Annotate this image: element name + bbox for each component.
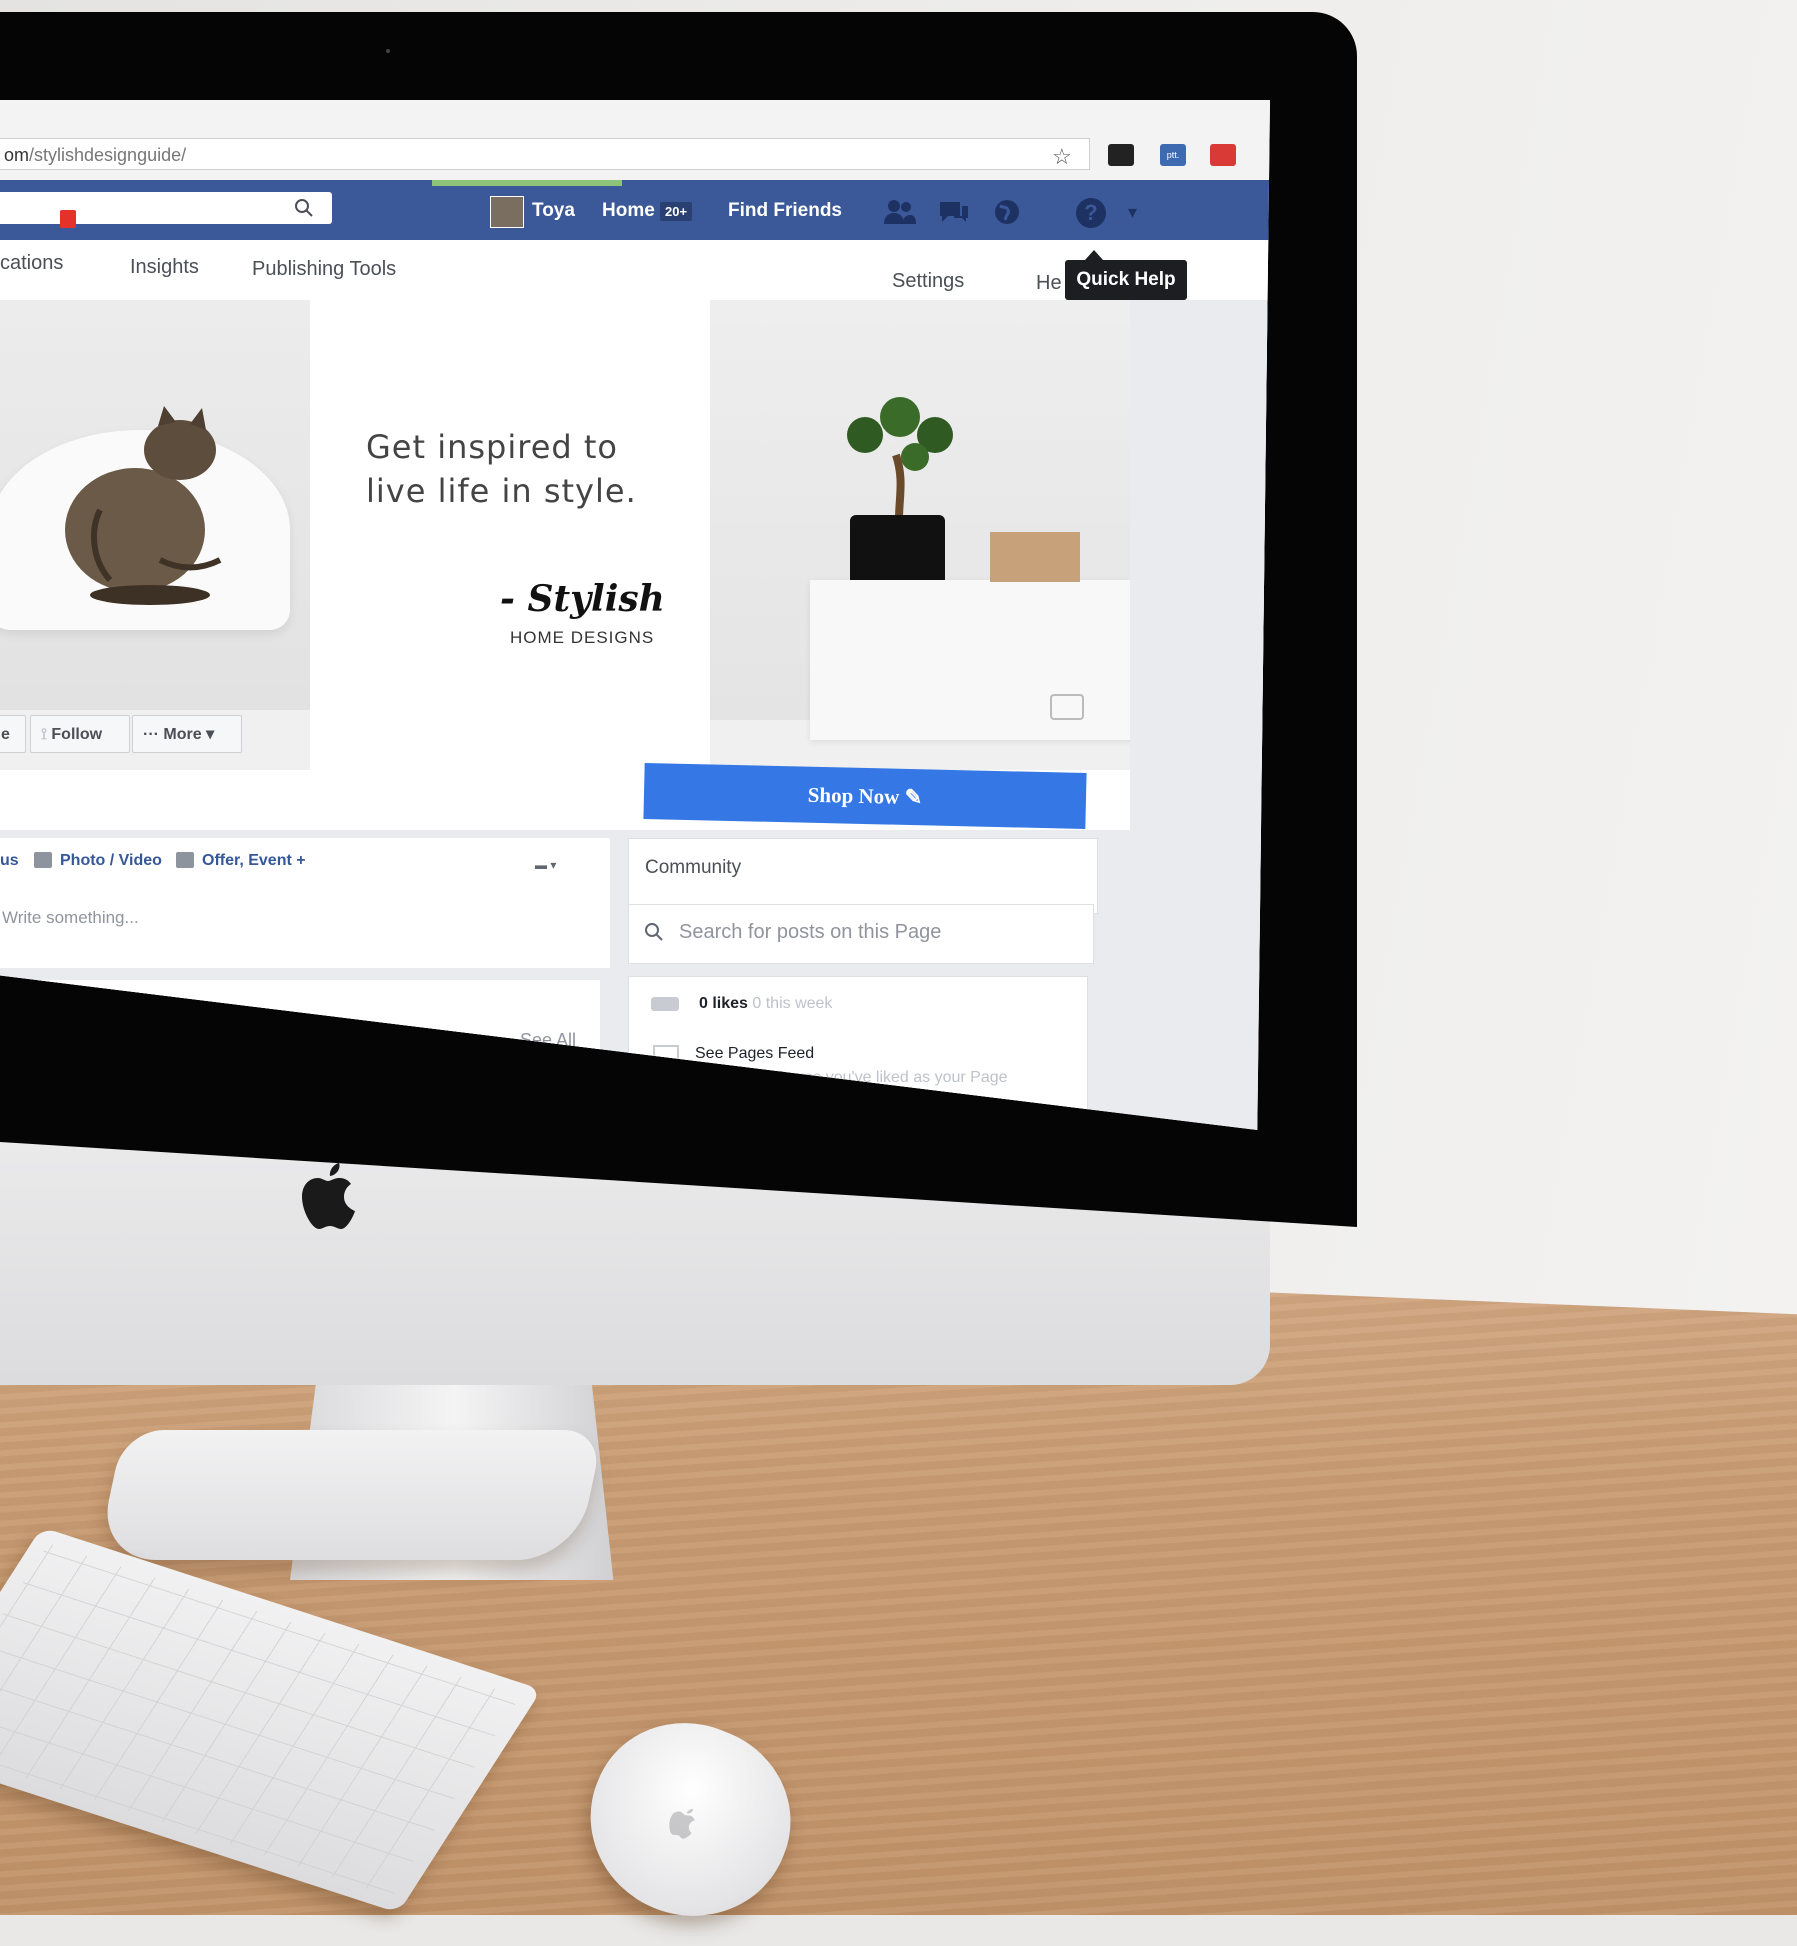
tab-insights[interactable]: Insights — [130, 256, 199, 279]
likes-total: 0 likes — [699, 995, 748, 1012]
tab-settings[interactable]: Settings — [892, 270, 964, 293]
cover-quote-line-1: Get inspired to — [366, 428, 618, 466]
cover-quote-panel: Get inspired to live life in style. - St… — [310, 300, 710, 770]
quick-help-tooltip: Quick Help — [1065, 260, 1187, 300]
status-tab[interactable]: us — [0, 852, 19, 870]
tab-notifications[interactable]: cations — [0, 252, 63, 275]
follow-label: Follow — [51, 726, 103, 743]
search-icon[interactable] — [292, 196, 316, 220]
address-bar[interactable]: om/stylishdesignguide/ — [0, 138, 1090, 170]
people-icon — [651, 997, 679, 1011]
apple-logo-icon — [669, 1809, 695, 1839]
edit-pencil-icon[interactable]: ✎ — [904, 785, 922, 809]
bookmark-star-icon[interactable]: ☆ — [1052, 144, 1072, 170]
shop-now-button[interactable]: Shop Now ✎ — [643, 762, 1087, 830]
avatar[interactable] — [490, 196, 524, 228]
camera-icon[interactable] — [1050, 694, 1084, 720]
notifications-count-badge — [60, 210, 76, 228]
webcam — [386, 49, 390, 53]
write-something-input[interactable]: Write something... — [2, 908, 139, 928]
audience-selector-icon[interactable]: ▬ ▾ — [535, 858, 556, 872]
profile-link[interactable]: Toya — [532, 200, 575, 222]
loading-indicator — [432, 180, 622, 186]
like-button[interactable]: e — [0, 715, 26, 753]
page-posts-search-input[interactable]: Search for posts on this Page — [628, 904, 1094, 964]
cover-cat-image — [0, 300, 310, 710]
plant-pot — [850, 515, 945, 585]
photo-icon — [34, 852, 52, 868]
brand-subtitle: HOME DESIGNS — [510, 628, 655, 647]
account-menu-caret-icon[interactable]: ▾ — [1128, 202, 1137, 223]
likes-count: 0 likes 0 this week — [699, 995, 832, 1013]
url-domain: om — [4, 145, 30, 165]
browser-toolbar: om/stylishdesignguide/ ☆ ptt. — [0, 100, 1270, 181]
photo-video-tab[interactable]: Photo / Video — [60, 852, 162, 870]
tooltip-arrow — [1085, 250, 1103, 260]
offer-icon — [176, 852, 194, 868]
offer-event-tab[interactable]: Offer, Event + — [202, 852, 306, 870]
monitor-stand-base — [96, 1430, 604, 1560]
monitor-screen: om/stylishdesignguide/ ☆ ptt. Toya Home … — [0, 100, 1270, 1130]
white-side-table — [810, 580, 1170, 740]
community-card[interactable]: Community — [628, 838, 1098, 914]
more-button[interactable]: ··· More ▾ — [132, 715, 242, 753]
apple-logo-icon — [302, 1163, 355, 1229]
cover-desk-image — [710, 300, 1170, 740]
kraft-box — [990, 532, 1080, 582]
help-icon[interactable]: ? — [1076, 198, 1106, 228]
rss-icon: ⟟ — [41, 726, 52, 743]
url-path: /stylishdesignguide/ — [29, 145, 187, 165]
cover-quote-line-2: live life in style. — [366, 472, 637, 510]
brand-script: - Stylish — [500, 578, 665, 620]
likes-this-week: 0 this week — [752, 995, 833, 1012]
post-composer: us Photo / Video Offer, Event + ▬ ▾ Writ… — [0, 838, 610, 968]
friend-requests-icon[interactable] — [882, 198, 916, 226]
cat-image — [65, 406, 222, 605]
find-friends-link[interactable]: Find Friends — [728, 200, 842, 222]
owl-extension-icon[interactable] — [1108, 144, 1134, 166]
see-pages-feed-link[interactable]: See Pages Feed — [695, 1045, 814, 1063]
search-placeholder: Search for posts on this Page — [679, 921, 942, 943]
follow-button[interactable]: ⟟ Follow — [30, 715, 130, 753]
home-link[interactable]: Home — [602, 200, 655, 222]
acrobat-extension-icon[interactable] — [1210, 144, 1236, 166]
tab-publishing-tools[interactable]: Publishing Tools — [252, 258, 396, 281]
search-icon — [645, 923, 663, 941]
notifications-globe-icon[interactable] — [990, 198, 1024, 226]
cover-photo[interactable]: Get inspired to live life in style. - St… — [0, 300, 1270, 970]
messages-icon[interactable] — [936, 198, 970, 226]
home-count-badge: 20+ — [660, 202, 693, 221]
facebook-search-input[interactable] — [0, 192, 332, 224]
facebook-header: Toya Home 20+ Find Friends ? ▾ — [0, 180, 1270, 240]
shop-now-label: Shop Now — [807, 782, 900, 809]
ptt-extension-icon[interactable]: ptt. — [1160, 144, 1186, 166]
tab-help[interactable]: He — [1036, 272, 1062, 295]
